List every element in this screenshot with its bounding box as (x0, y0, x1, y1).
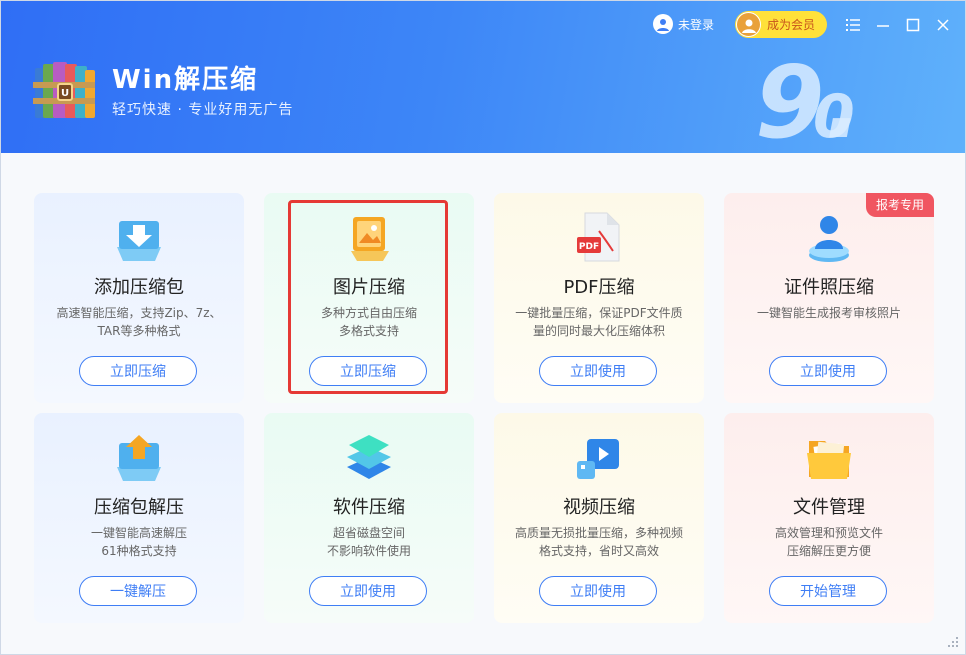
start-manage-button[interactable]: 开始管理 (769, 576, 887, 606)
folder-icon (807, 441, 851, 479)
compress-now-button[interactable]: 立即压缩 (79, 356, 197, 386)
use-now-button[interactable]: 立即使用 (769, 356, 887, 386)
vip-button[interactable]: 成为会员 (735, 11, 827, 38)
video-compress-icon (577, 439, 619, 479)
app-title: Win解压缩 (112, 65, 259, 95)
login-label: 未登录 (678, 17, 715, 32)
app-window: U Win解压缩 轻巧快速 · 专业好用无广告 9. 0 未登录 成为会员 添加… (0, 0, 966, 655)
use-now-button[interactable]: 立即使用 (539, 576, 657, 606)
svg-text:PDF: PDF (579, 242, 599, 252)
menu-icon[interactable] (843, 15, 863, 35)
extract-archive-icon (117, 435, 161, 481)
minimize-icon[interactable] (873, 15, 893, 35)
software-compress-icon (347, 435, 391, 479)
id-photo-icon (809, 216, 849, 262)
card-title: PDF压缩 (563, 277, 635, 298)
card-software-compress[interactable]: 软件压缩 超省磁盘空间 不影响软件使用 立即使用 (264, 413, 474, 623)
vip-label: 成为会员 (767, 18, 816, 32)
exam-tag-badge: 报考专用 (865, 193, 934, 217)
pdf-icon: PDF (577, 212, 620, 262)
card-desc: 多种方式自由压缩 多格式支持 (320, 306, 417, 338)
card-pdf-compress[interactable]: PDF PDF压缩 一键批量压缩，保证PDF文件质 量的同时最大化压缩体积 立即使… (494, 193, 704, 403)
card-title: 图片压缩 (333, 277, 405, 298)
card-desc: 高速智能压缩，支持Zip、7z、 TAR等多种格式 (56, 306, 222, 338)
card-id-photo[interactable]: 报考专用 证件照压缩 一键智能生成报考审核照片 立即使用 (724, 193, 934, 403)
header-banner: U Win解压缩 轻巧快速 · 专业好用无广告 9. 0 未登录 成为会员 (1, 1, 965, 153)
card-desc: 高效管理和预览文件 压缩解压更方便 (774, 526, 883, 558)
card-add-archive[interactable]: 添加压缩包 高速智能压缩，支持Zip、7z、 TAR等多种格式 立即压缩 (34, 193, 244, 403)
card-extract-archive[interactable]: 压缩包解压 一键智能高速解压 61种格式支持 一键解压 (34, 413, 244, 623)
version-badge: 9. 0 (755, 44, 863, 151)
app-subtitle: 轻巧快速 · 专业好用无广告 (112, 102, 294, 118)
card-desc: 一键智能生成报考审核照片 (756, 306, 901, 320)
card-desc: 高质量无损批量压缩，多种视频 格式支持，省时又高效 (514, 526, 683, 558)
image-compress-icon (351, 217, 389, 261)
card-title: 文件管理 (793, 497, 865, 518)
card-title: 压缩包解压 (94, 497, 184, 518)
close-icon[interactable] (933, 15, 953, 35)
add-archive-icon (117, 221, 161, 261)
svg-text:U: U (61, 88, 69, 99)
winrar-logo-icon: U (33, 62, 95, 118)
card-image-compress[interactable]: 图片压缩 多种方式自由压缩 多格式支持 立即压缩 (264, 193, 474, 403)
card-title: 证件照压缩 (784, 277, 874, 298)
card-title: 软件压缩 (333, 497, 405, 518)
card-title: 视频压缩 (563, 497, 635, 518)
login-link[interactable]: 未登录 (653, 13, 714, 35)
compress-now-button[interactable]: 立即压缩 (309, 356, 427, 386)
maximize-icon[interactable] (903, 15, 923, 35)
card-file-manage[interactable]: 文件管理 高效管理和预览文件 压缩解压更方便 开始管理 (724, 413, 934, 623)
svg-text:0: 0 (813, 82, 855, 151)
user-icon (653, 14, 673, 34)
avatar (736, 12, 761, 37)
use-now-button[interactable]: 立即使用 (539, 356, 657, 386)
card-title: 添加压缩包 (94, 277, 184, 298)
use-now-button[interactable]: 立即使用 (309, 576, 427, 606)
card-desc: 超省磁盘空间 不影响软件使用 (326, 526, 411, 558)
card-desc: 一键批量压缩，保证PDF文件质 量的同时最大化压缩体积 (515, 306, 683, 338)
card-video-compress[interactable]: 视频压缩 高质量无损批量压缩，多种视频 格式支持，省时又高效 立即使用 (494, 413, 704, 623)
resize-grip-icon[interactable] (945, 634, 959, 648)
card-desc: 一键智能高速解压 61种格式支持 (90, 526, 187, 558)
extract-button[interactable]: 一键解压 (79, 576, 197, 606)
